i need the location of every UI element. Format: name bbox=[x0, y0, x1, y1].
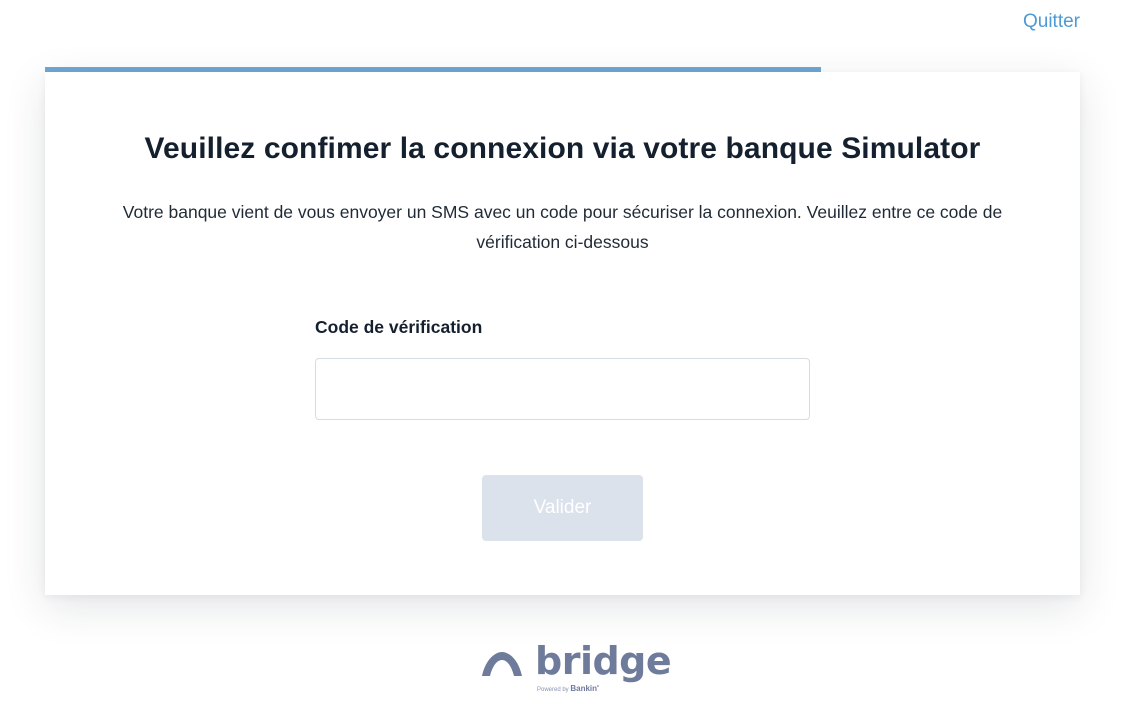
bridge-arc-icon bbox=[482, 652, 522, 676]
submit-button[interactable]: Valider bbox=[482, 475, 643, 541]
instructions-text: Votre banque vient de vous envoyer un SM… bbox=[122, 202, 1003, 252]
quit-link[interactable]: Quitter bbox=[1023, 11, 1080, 33]
powered-by-name: Bankin' bbox=[570, 684, 599, 693]
page: Quitter Veuillez confimer la connexion v… bbox=[0, 0, 1136, 722]
powered-by-text: Powered by Bankin' bbox=[537, 684, 599, 693]
brand-name: bridge bbox=[535, 639, 672, 683]
code-field-label: Code de vérification bbox=[315, 317, 483, 337]
powered-by-prefix: Powered by bbox=[537, 687, 569, 693]
page-title: Veuillez confimer la connexion via votre… bbox=[144, 132, 981, 165]
verification-code-input[interactable] bbox=[315, 358, 810, 420]
brand-logo: bridge Powered by Bankin' bbox=[480, 639, 672, 696]
verification-card: Veuillez confimer la connexion via votre… bbox=[45, 72, 1080, 595]
